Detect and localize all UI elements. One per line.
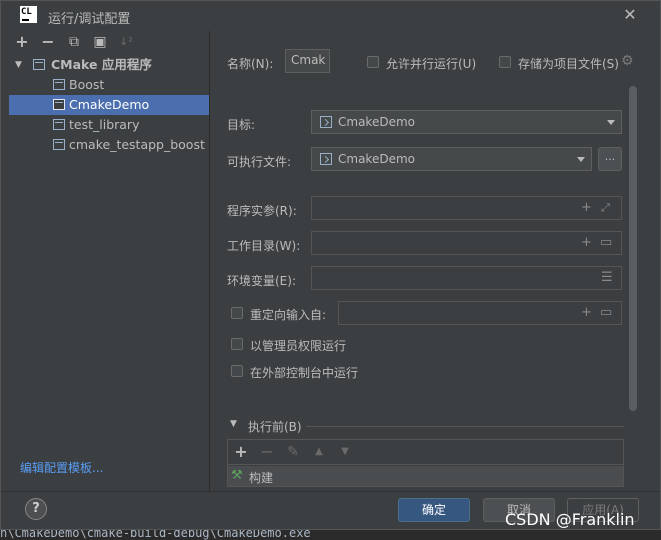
edit-config-templates-link[interactable]: 编辑配置模板... bbox=[20, 459, 103, 476]
allow-parallel-checkbox[interactable] bbox=[367, 56, 379, 68]
collapse-before-launch-icon[interactable]: ▼ bbox=[230, 419, 237, 429]
tree-item-cmakedemo[interactable]: CmakeDemo bbox=[9, 95, 209, 115]
store-as-file-label: 存储为项目文件(S) bbox=[518, 57, 619, 71]
before-launch-item-label: 构建 bbox=[249, 471, 274, 485]
before-launch-panel: + − ✎ ▲ ▼ ⚒ 构建 bbox=[227, 439, 624, 487]
run-as-admin-checkbox[interactable] bbox=[231, 338, 243, 350]
config-icon bbox=[53, 139, 65, 150]
chevron-down-icon[interactable]: ▼ bbox=[15, 55, 22, 75]
sort-icon[interactable]: ↓² bbox=[117, 33, 135, 51]
allow-parallel-label: 允许并行运行(U) bbox=[386, 57, 477, 71]
gear-icon[interactable]: ⚙ bbox=[621, 53, 634, 69]
cmake-app-icon bbox=[33, 59, 45, 70]
target-value: CmakeDemo bbox=[338, 115, 415, 129]
config-icon bbox=[53, 99, 65, 110]
before-launch-item-build[interactable]: ⚒ 构建 bbox=[228, 466, 623, 486]
add-task-icon[interactable]: + bbox=[232, 443, 250, 461]
tree-item-cmake-testapp-boost[interactable]: cmake_testapp_boost bbox=[9, 135, 209, 155]
chevron-down-icon bbox=[577, 157, 585, 162]
run-in-console-label: 在外部控制台中运行 bbox=[250, 366, 359, 380]
target-label: 目标: bbox=[227, 118, 256, 132]
move-up-icon[interactable]: ▲ bbox=[310, 443, 328, 461]
add-macro-icon[interactable]: + bbox=[581, 306, 592, 320]
watermark: CSDN @Franklin bbox=[505, 510, 635, 529]
section-divider bbox=[306, 426, 624, 427]
redirect-input-label: 重定向输入自: bbox=[250, 308, 327, 322]
folder-icon[interactable]: ▭ bbox=[600, 236, 612, 250]
working-dir-label: 工作目录(W): bbox=[227, 239, 301, 253]
before-launch-toolbar: + − ✎ ▲ ▼ bbox=[228, 440, 623, 465]
config-icon bbox=[53, 119, 65, 130]
tree-item-test-library[interactable]: test_library bbox=[9, 115, 209, 135]
run-debug-config-dialog: CL 运行/调试配置 ✕ + − ⧉ ▣ ↓² ▼ CMake 应用程序 Boo… bbox=[0, 0, 661, 530]
target-select[interactable]: CmakeDemo bbox=[311, 110, 622, 134]
tree-root-cmake[interactable]: ▼ CMake 应用程序 bbox=[9, 55, 209, 75]
remove-task-icon[interactable]: − bbox=[258, 443, 276, 461]
redirect-input-field[interactable]: + ▭ bbox=[338, 301, 622, 325]
edit-list-icon[interactable]: ☰ bbox=[601, 271, 613, 285]
executable-select[interactable]: CmakeDemo bbox=[311, 147, 592, 171]
dialog-title: 运行/调试配置 bbox=[48, 12, 131, 27]
tree-item-label: Boost bbox=[69, 77, 105, 92]
tree-item-label: CmakeDemo bbox=[69, 97, 150, 112]
folder-icon[interactable]: ▣ bbox=[91, 33, 109, 51]
edit-task-icon[interactable]: ✎ bbox=[284, 443, 302, 461]
store-as-file-checkbox[interactable] bbox=[499, 56, 511, 68]
env-vars-input[interactable]: ☰ bbox=[311, 266, 622, 290]
cmake-target-icon bbox=[320, 153, 332, 165]
tree-toolbar: + − ⧉ ▣ ↓² bbox=[9, 33, 209, 53]
chevron-down-icon bbox=[607, 120, 615, 125]
program-args-label: 程序实参(R): bbox=[227, 204, 297, 218]
config-tree: ▼ CMake 应用程序 Boost CmakeDemo test_librar… bbox=[9, 55, 209, 155]
run-in-console-checkbox[interactable] bbox=[231, 365, 243, 377]
logo-text: CL bbox=[21, 7, 32, 17]
tree-root-label: CMake 应用程序 bbox=[51, 57, 152, 72]
add-macro-icon[interactable]: + bbox=[581, 201, 592, 215]
env-vars-label: 环境变量(E): bbox=[227, 274, 296, 288]
ok-button[interactable]: 确定 bbox=[398, 498, 470, 522]
folder-icon[interactable]: ▭ bbox=[600, 306, 612, 320]
redirect-input-checkbox[interactable] bbox=[231, 307, 243, 319]
copy-config-icon[interactable]: ⧉ bbox=[65, 33, 83, 51]
add-config-icon[interactable]: + bbox=[13, 33, 31, 51]
expand-icon[interactable]: ⤢ bbox=[601, 201, 610, 215]
close-icon[interactable]: ✕ bbox=[621, 6, 639, 24]
vertical-scrollbar[interactable] bbox=[629, 86, 637, 411]
program-args-input[interactable]: + ⤢ bbox=[311, 196, 622, 220]
tree-item-label: test_library bbox=[69, 117, 140, 132]
run-as-admin-label: 以管理员权限运行 bbox=[250, 339, 347, 353]
cmake-target-icon bbox=[320, 116, 332, 128]
name-label: 名称(N): bbox=[227, 57, 274, 71]
before-launch-header[interactable]: 执行前(B) bbox=[248, 418, 302, 435]
remove-config-icon[interactable]: − bbox=[39, 33, 57, 51]
title-bar: CL 运行/调试配置 ✕ bbox=[1, 1, 660, 31]
config-icon bbox=[53, 79, 65, 90]
working-dir-input[interactable]: + ▭ bbox=[311, 231, 622, 255]
config-tree-panel: + − ⧉ ▣ ↓² ▼ CMake 应用程序 Boost CmakeDemo … bbox=[9, 31, 210, 491]
browse-executable-button[interactable]: ... bbox=[598, 147, 622, 171]
add-macro-icon[interactable]: + bbox=[581, 236, 592, 250]
hammer-icon: ⚒ bbox=[231, 468, 243, 483]
help-button[interactable]: ? bbox=[25, 498, 47, 520]
executable-label: 可执行文件: bbox=[227, 155, 292, 169]
name-input[interactable]: Cmak bbox=[285, 49, 330, 73]
executable-value: CmakeDemo bbox=[338, 152, 415, 166]
clion-logo: CL bbox=[20, 6, 37, 23]
move-down-icon[interactable]: ▼ bbox=[336, 443, 354, 461]
tree-item-boost[interactable]: Boost bbox=[9, 75, 209, 95]
tree-item-label: cmake_testapp_boost bbox=[69, 137, 205, 152]
